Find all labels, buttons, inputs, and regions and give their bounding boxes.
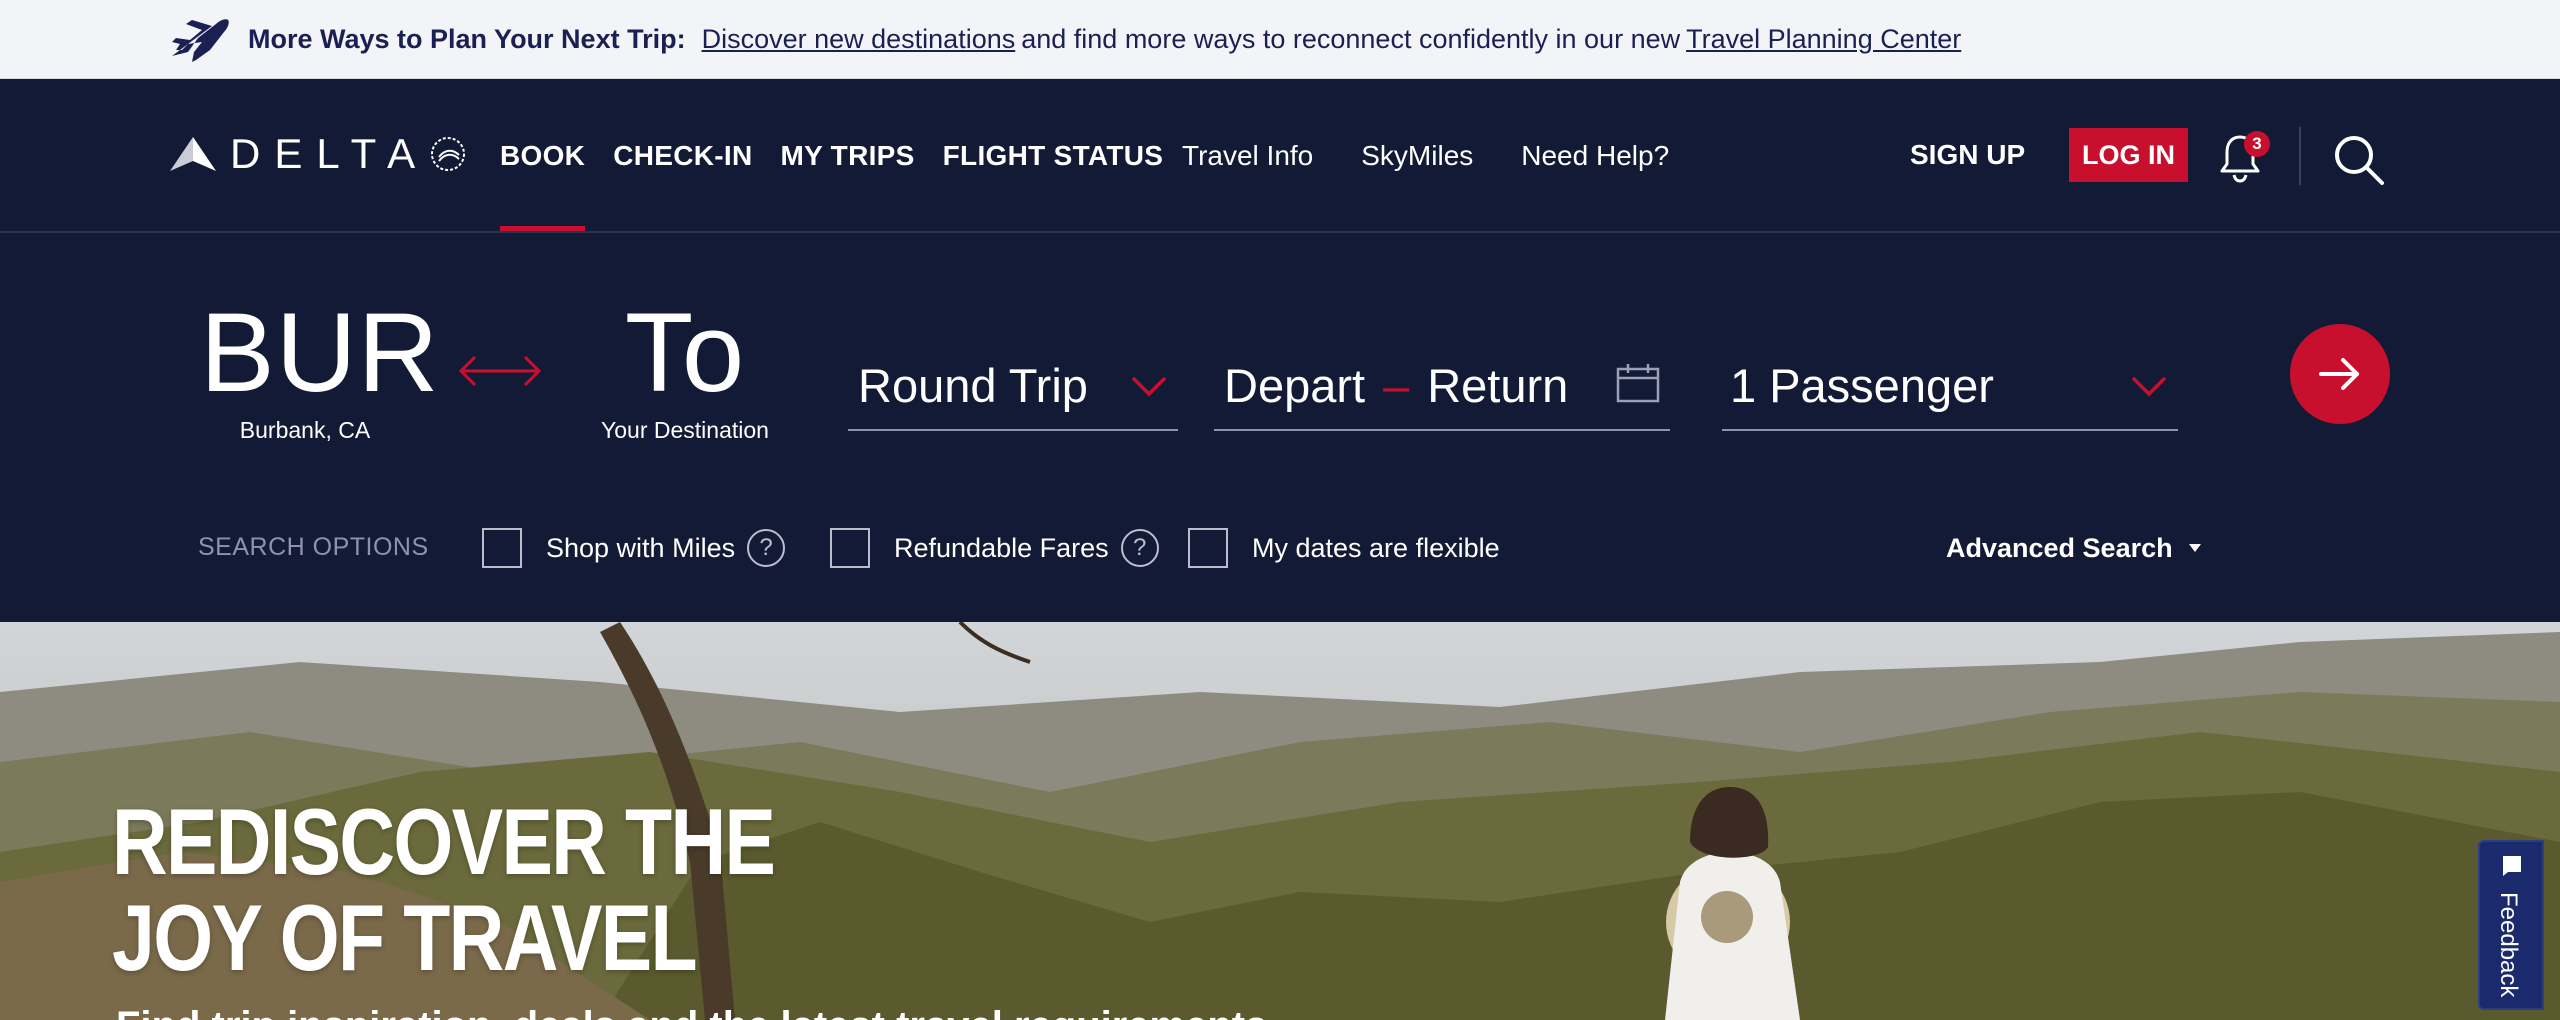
caret-down-icon xyxy=(2188,544,2201,552)
search-options-label: SEARCH OPTIONS xyxy=(198,533,429,561)
discover-destinations-link[interactable]: Discover new destinations xyxy=(702,24,1016,55)
travel-planning-center-link[interactable]: Travel Planning Center xyxy=(1686,24,1961,55)
chevron-down-icon xyxy=(2131,376,2167,397)
skyteam-seal-icon xyxy=(431,137,466,171)
booking-widget: BUR Burbank, CA To Your Destination Roun… xyxy=(0,233,2560,622)
hero-banner: REDISCOVER THE JOY OF TRAVEL Find trip i… xyxy=(0,622,2560,1020)
flexible-dates-option: My dates are flexible xyxy=(1188,523,1500,573)
origin-code: BUR xyxy=(200,290,440,415)
hero-subtitle: Find trip inspiration, deals and the lat… xyxy=(116,1004,1267,1020)
shop-with-miles-label[interactable]: Shop with Miles xyxy=(546,533,735,564)
advanced-search-toggle[interactable]: Advanced Search xyxy=(1946,523,2201,573)
airplane-icon xyxy=(172,19,229,62)
primary-nav: BOOK CHECK-IN MY TRIPS FLIGHT STATUS xyxy=(500,79,1191,233)
banner-text: More Ways to Plan Your Next Trip: Discov… xyxy=(248,0,1961,79)
destination-city: Your Destination xyxy=(601,417,769,443)
nav-check-in[interactable]: CHECK-IN xyxy=(613,79,752,233)
nav-divider xyxy=(2299,127,2301,185)
passenger-dropdown[interactable]: 1 Passenger xyxy=(1722,341,2178,431)
destination-code: To xyxy=(624,290,746,415)
notifications-button[interactable]: 3 xyxy=(2218,131,2270,183)
refundable-fares-checkbox[interactable] xyxy=(830,528,870,568)
date-picker[interactable]: Depart – Return xyxy=(1214,341,1670,431)
chevron-down-icon xyxy=(1131,376,1167,397)
sign-up-link[interactable]: SIGN UP xyxy=(1910,135,2025,175)
nav-flight-status[interactable]: FLIGHT STATUS xyxy=(943,79,1164,233)
advanced-search-label: Advanced Search xyxy=(1946,532,2173,563)
hero-title-line-2: JOY OF TRAVEL xyxy=(112,885,698,990)
hero-title-line-1: REDISCOVER THE xyxy=(112,789,776,894)
main-nav: DELTA BOOK CHECK-IN MY TRIPS FLIGHT STAT… xyxy=(0,79,2560,233)
trip-type-dropdown[interactable]: Round Trip xyxy=(848,341,1178,431)
trip-type-value: Round Trip xyxy=(858,358,1088,412)
destination-selector[interactable]: To Your Destination xyxy=(590,293,780,444)
flexible-dates-checkbox[interactable] xyxy=(1188,528,1228,568)
hero-title: REDISCOVER THE JOY OF TRAVEL xyxy=(112,789,776,990)
search-flights-button[interactable] xyxy=(2290,324,2390,424)
passenger-value: 1 Passenger xyxy=(1730,358,1994,412)
arrow-right-icon xyxy=(2319,358,2359,390)
comment-icon xyxy=(2503,856,2521,876)
nav-skymiles[interactable]: SkyMiles xyxy=(1361,140,1473,172)
origin-selector[interactable]: BUR Burbank, CA xyxy=(200,290,440,444)
feedback-label: Feedback xyxy=(2495,892,2522,998)
shop-with-miles-checkbox[interactable] xyxy=(482,528,522,568)
delta-widget-icon xyxy=(170,137,216,171)
origin-city: Burbank, CA xyxy=(239,417,371,443)
nav-book[interactable]: BOOK xyxy=(500,79,586,233)
date-separator: – xyxy=(1383,358,1410,412)
nav-my-trips[interactable]: MY TRIPS xyxy=(781,79,915,233)
shop-with-miles-option: Shop with Miles ? xyxy=(482,523,786,573)
shop-with-miles-help-icon[interactable]: ? xyxy=(747,529,786,567)
return-label: Return xyxy=(1427,358,1569,412)
search-options-row: SEARCH OPTIONS Shop with Miles ? Refunda… xyxy=(0,523,2560,573)
nav-travel-info[interactable]: Travel Info xyxy=(1182,140,1313,172)
refundable-fares-label[interactable]: Refundable Fares xyxy=(894,533,1109,564)
secondary-nav: Travel Info SkyMiles Need Help? xyxy=(1182,79,1717,233)
feedback-tab[interactable]: Feedback xyxy=(2478,840,2544,1010)
refundable-fares-option: Refundable Fares ? xyxy=(830,523,1159,573)
banner-lead: More Ways to Plan Your Next Trip: xyxy=(248,24,686,54)
logo-wordmark: DELTA xyxy=(230,130,430,177)
swap-airports-icon[interactable] xyxy=(455,351,545,391)
search-icon[interactable] xyxy=(2330,131,2386,187)
banner-middle-text: and find more ways to reconnect confiden… xyxy=(1021,24,1681,54)
announcement-banner: More Ways to Plan Your Next Trip: Discov… xyxy=(0,0,2560,79)
nav-need-help[interactable]: Need Help? xyxy=(1521,140,1669,172)
calendar-icon xyxy=(1616,364,1660,403)
refundable-fares-help-icon[interactable]: ? xyxy=(1120,529,1159,567)
notification-count-badge: 3 xyxy=(2244,131,2270,157)
depart-label: Depart xyxy=(1224,358,1366,412)
flexible-dates-label[interactable]: My dates are flexible xyxy=(1252,533,1500,564)
log-in-button[interactable]: LOG IN xyxy=(2069,128,2188,182)
delta-logo[interactable]: DELTA xyxy=(170,129,467,179)
